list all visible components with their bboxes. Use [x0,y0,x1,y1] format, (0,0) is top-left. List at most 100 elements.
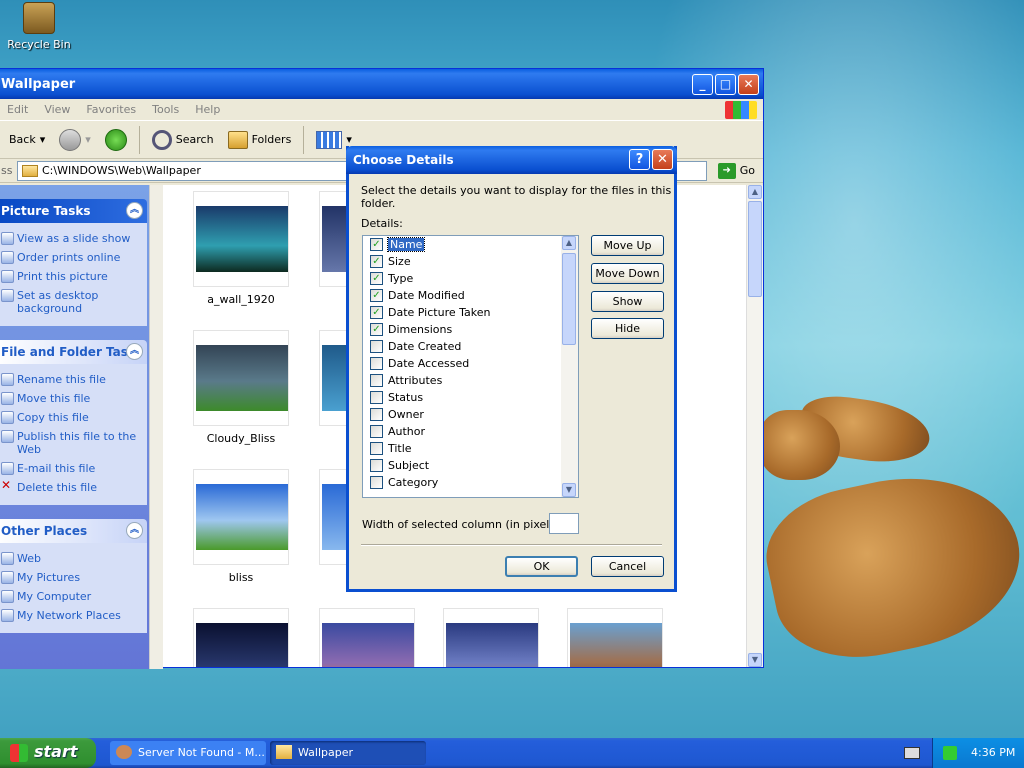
task-publish-file[interactable]: Publish this file to the Web [1,427,147,459]
dialog-titlebar[interactable]: Choose Details ? ✕ [346,146,677,174]
ok-button[interactable]: OK [505,556,578,577]
detail-item[interactable]: Owner [363,406,578,423]
menu-favorites[interactable]: Favorites [86,103,136,116]
detail-item[interactable]: ✓ Dimensions [363,321,578,338]
checkbox[interactable]: ✓ [370,238,383,251]
scroll-up-icon[interactable]: ▲ [562,236,576,250]
forward-button[interactable]: ▾ [55,127,95,153]
checkbox[interactable]: ✓ [370,323,383,336]
task-rename-file[interactable]: Rename this file [1,370,147,389]
collapse-icon[interactable]: ︽ [126,343,143,360]
task-pane-scrollbar[interactable] [149,185,163,669]
task-copy-file[interactable]: Copy this file [1,408,147,427]
scrollbar-thumb[interactable] [748,201,762,297]
checkbox[interactable]: ✓ [370,272,383,285]
network-icon[interactable] [943,746,957,760]
detail-item[interactable]: ✓ Date Modified [363,287,578,304]
close-button[interactable]: ✕ [738,74,759,95]
minimize-button[interactable]: _ [692,74,713,95]
collapse-icon[interactable]: ︽ [126,522,143,539]
keyboard-icon[interactable] [904,747,920,759]
place-my-computer[interactable]: My Computer [1,587,147,606]
task-order-prints[interactable]: Order prints online [1,248,147,267]
thumbnail-item[interactable] [193,608,289,667]
clock[interactable]: 4:36 PM [971,746,1015,759]
scroll-down-icon[interactable]: ▼ [748,653,762,667]
detail-item[interactable]: Date Accessed [363,355,578,372]
hide-button[interactable]: Hide [591,318,664,339]
task-delete-file[interactable]: Delete this file [1,478,147,497]
back-button[interactable]: Back ▾ [5,131,49,148]
show-button[interactable]: Show [591,291,664,312]
checkbox[interactable] [370,357,383,370]
up-folder-button[interactable] [101,127,131,153]
task-set-desktop-background[interactable]: Set as desktop background [1,286,147,318]
checkbox[interactable]: ✓ [370,289,383,302]
detail-item[interactable]: ✓ Date Picture Taken [363,304,578,321]
detail-item[interactable]: Subject [363,457,578,474]
go-button[interactable]: ➜ Go [717,162,755,179]
start-button[interactable]: start [0,738,96,768]
panel-header[interactable]: Picture Tasks ︽ [0,199,147,223]
taskbar-item-wallpaper[interactable]: Wallpaper [270,741,426,765]
checkbox[interactable] [370,391,383,404]
task-view-slideshow[interactable]: View as a slide show [1,229,147,248]
move-up-button[interactable]: Move Up [591,235,664,256]
thumbnail-item[interactable] [319,608,415,667]
recycle-bin-desktop-icon[interactable]: Recycle Bin [6,2,72,51]
detail-item[interactable]: Attributes [363,372,578,389]
menu-help[interactable]: Help [195,103,220,116]
search-button[interactable]: Search [148,128,218,152]
thumbnail-item[interactable] [567,608,663,667]
choose-details-dialog[interactable]: Choose Details ? ✕ Select the details yo… [346,146,677,592]
detail-item[interactable]: ✓ Type [363,270,578,287]
detail-item[interactable]: ✓ Size [363,253,578,270]
menu-edit[interactable]: Edit [7,103,28,116]
maximize-button[interactable]: □ [715,74,736,95]
checkbox[interactable]: ✓ [370,255,383,268]
window-titlebar[interactable]: Wallpaper _ □ ✕ [0,69,763,99]
scrollbar-thumb[interactable] [562,253,576,345]
folders-button[interactable]: Folders [224,129,296,151]
scroll-up-icon[interactable]: ▲ [748,185,762,199]
column-width-input[interactable] [549,513,579,534]
checkbox[interactable] [370,340,383,353]
thumbnail-item[interactable]: bliss [193,469,289,584]
checkbox[interactable] [370,442,383,455]
menu-view[interactable]: View [44,103,70,116]
thumbnail-item[interactable] [443,608,539,667]
checkbox[interactable] [370,408,383,421]
file-view-scrollbar[interactable]: ▲ ▼ [746,185,763,667]
detail-item[interactable]: Status [363,389,578,406]
checkbox[interactable] [370,476,383,489]
collapse-icon[interactable]: ︽ [126,202,143,219]
checkbox[interactable] [370,374,383,387]
move-down-button[interactable]: Move Down [591,263,664,284]
scroll-down-icon[interactable]: ▼ [562,483,576,497]
checkbox[interactable] [370,425,383,438]
checkbox[interactable]: ✓ [370,306,383,319]
taskbar-item-browser[interactable]: Server Not Found - M... [110,741,266,765]
menu-tools[interactable]: Tools [152,103,179,116]
place-my-network-places[interactable]: My Network Places [1,606,147,625]
detail-item[interactable]: Date Created [363,338,578,355]
place-web[interactable]: Web [1,549,147,568]
thumbnail-item[interactable]: a_wall_1920 [193,191,289,306]
cancel-button[interactable]: Cancel [591,556,664,577]
detail-item[interactable]: Category [363,474,578,491]
detail-item[interactable]: Author [363,423,578,440]
task-print-picture[interactable]: Print this picture [1,267,147,286]
panel-header[interactable]: File and Folder Tasks ︽ [0,340,147,364]
help-button[interactable]: ? [629,149,650,170]
checkbox[interactable] [370,459,383,472]
task-email-file[interactable]: E-mail this file [1,459,147,478]
place-my-pictures[interactable]: My Pictures [1,568,147,587]
panel-header[interactable]: Other Places ︽ [0,519,147,543]
thumbnail-item[interactable]: Cloudy_Bliss [193,330,289,445]
details-listbox[interactable]: ✓ Name ✓ Size ✓ Type ✓ Date Modified ✓ Date P… [362,235,579,498]
listbox-scrollbar[interactable]: ▲ ▼ [561,236,578,497]
task-move-file[interactable]: Move this file [1,389,147,408]
dialog-close-button[interactable]: ✕ [652,149,673,170]
detail-item[interactable]: Title [363,440,578,457]
detail-item[interactable]: ✓ Name [363,236,578,253]
